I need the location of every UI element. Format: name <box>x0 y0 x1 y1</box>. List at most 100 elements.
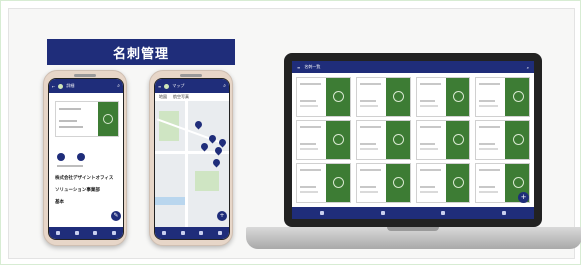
app-bar: ≡ マップ ⌕ <box>155 79 229 93</box>
map-river <box>155 197 185 205</box>
text-line <box>479 100 496 102</box>
edit-button[interactable]: ✎ <box>111 211 121 221</box>
text-line <box>359 143 376 145</box>
text-line <box>300 105 319 107</box>
map-pin-icon[interactable] <box>211 157 222 168</box>
text-line <box>359 83 381 85</box>
search-icon[interactable]: ⌕ <box>223 83 226 89</box>
tab-satellite[interactable]: 航空写真 <box>173 94 189 100</box>
nav-item[interactable] <box>441 211 446 215</box>
logo-icon <box>452 91 464 102</box>
business-card[interactable] <box>296 77 351 117</box>
text-line <box>300 83 322 85</box>
tab-map[interactable]: 地図 <box>159 94 167 100</box>
person-name: 基本 <box>55 200 64 205</box>
nav-item[interactable] <box>380 211 385 215</box>
app-bar-title: マップ <box>172 83 185 88</box>
phone-map-screen: ≡ マップ ⌕ 地図 航空写真 + <box>154 78 230 240</box>
add-card-button[interactable]: + <box>518 192 529 203</box>
laptop-hinge <box>387 227 439 231</box>
text-line <box>419 148 438 150</box>
phone-icon[interactable] <box>57 153 65 161</box>
app-bar: ← 詳細 ⌕ <box>49 79 123 93</box>
add-button[interactable]: + <box>217 211 227 221</box>
logo-icon <box>512 177 524 188</box>
app-bar: ≡ 名刺一覧 ⌕ <box>292 61 534 73</box>
business-card[interactable] <box>415 163 471 203</box>
text-line <box>59 126 83 128</box>
phone-notch <box>74 74 96 77</box>
search-icon[interactable]: ⌕ <box>117 83 120 89</box>
page-title: 名刺管理 <box>47 39 235 65</box>
text-line <box>479 143 496 145</box>
text-line <box>59 108 81 110</box>
mail-icon[interactable] <box>77 153 85 161</box>
avatar <box>58 83 64 89</box>
text-line <box>479 191 498 193</box>
nav-item[interactable] <box>199 231 204 235</box>
avatar <box>164 83 170 89</box>
text-line <box>419 186 436 188</box>
map-type-tabs: 地図 航空写真 <box>155 93 229 101</box>
business-card[interactable] <box>355 77 411 117</box>
business-card[interactable] <box>296 120 351 160</box>
text-line <box>359 169 381 171</box>
business-card[interactable] <box>296 163 351 203</box>
card-grid <box>296 77 530 203</box>
text-line <box>479 105 498 107</box>
menu-icon[interactable]: ≡ <box>158 84 161 89</box>
map-road <box>185 101 188 229</box>
menu-icon[interactable]: ≡ <box>297 65 300 70</box>
bottom-nav <box>155 227 229 239</box>
nav-item[interactable] <box>162 231 167 235</box>
text-line <box>419 105 438 107</box>
app-bar-title: 詳細 <box>66 83 75 88</box>
map-pin-icon[interactable] <box>193 119 204 130</box>
text-line <box>419 100 436 102</box>
business-card[interactable] <box>415 77 471 117</box>
back-icon[interactable]: ← <box>52 84 55 89</box>
text-line <box>479 126 501 128</box>
text-line <box>300 186 316 188</box>
laptop: ≡ 名刺一覧 ⌕ + <box>284 53 542 227</box>
text-line <box>57 165 83 167</box>
text-line <box>359 148 379 150</box>
text-line <box>300 126 322 128</box>
business-card[interactable] <box>475 77 530 117</box>
business-card[interactable] <box>415 120 471 160</box>
map-pin-icon[interactable] <box>199 141 210 152</box>
logo-icon <box>452 177 464 188</box>
nav-item[interactable] <box>93 231 98 235</box>
logo-icon <box>512 134 524 145</box>
text-line <box>359 191 379 193</box>
nav-item[interactable] <box>180 231 185 235</box>
business-card[interactable] <box>355 120 411 160</box>
showcase-canvas: 名刺管理 ← 詳細 ⌕ 株式会社デザイントオフィス ソリューション事業部 基本 … <box>8 8 581 259</box>
map-view[interactable] <box>155 101 229 229</box>
phone-map: ≡ マップ ⌕ 地図 航空写真 + <box>149 70 233 246</box>
logo-icon <box>452 134 464 145</box>
phone-detail-screen: ← 詳細 ⌕ 株式会社デザイントオフィス ソリューション事業部 基本 ✎ <box>48 78 124 240</box>
nav-item[interactable] <box>320 211 325 215</box>
text-line <box>300 143 316 145</box>
text-line <box>359 126 381 128</box>
phone-detail: ← 詳細 ⌕ 株式会社デザイントオフィス ソリューション事業部 基本 ✎ <box>43 70 127 246</box>
business-card[interactable] <box>355 163 411 203</box>
text-line <box>419 83 441 85</box>
nav-item[interactable] <box>501 211 506 215</box>
nav-item[interactable] <box>217 231 222 235</box>
business-card[interactable] <box>475 120 530 160</box>
text-line <box>479 83 501 85</box>
bottom-nav <box>49 227 123 239</box>
nav-item[interactable] <box>111 231 116 235</box>
search-icon[interactable]: ⌕ <box>527 65 529 70</box>
text-line <box>479 148 498 150</box>
nav-item[interactable] <box>56 231 61 235</box>
text-line <box>419 191 438 193</box>
nav-item[interactable] <box>74 231 79 235</box>
company-name: 株式会社デザイントオフィス <box>55 176 114 181</box>
card-preview[interactable] <box>55 101 119 137</box>
text-line <box>300 191 319 193</box>
text-line <box>479 186 496 188</box>
text-line <box>419 169 441 171</box>
